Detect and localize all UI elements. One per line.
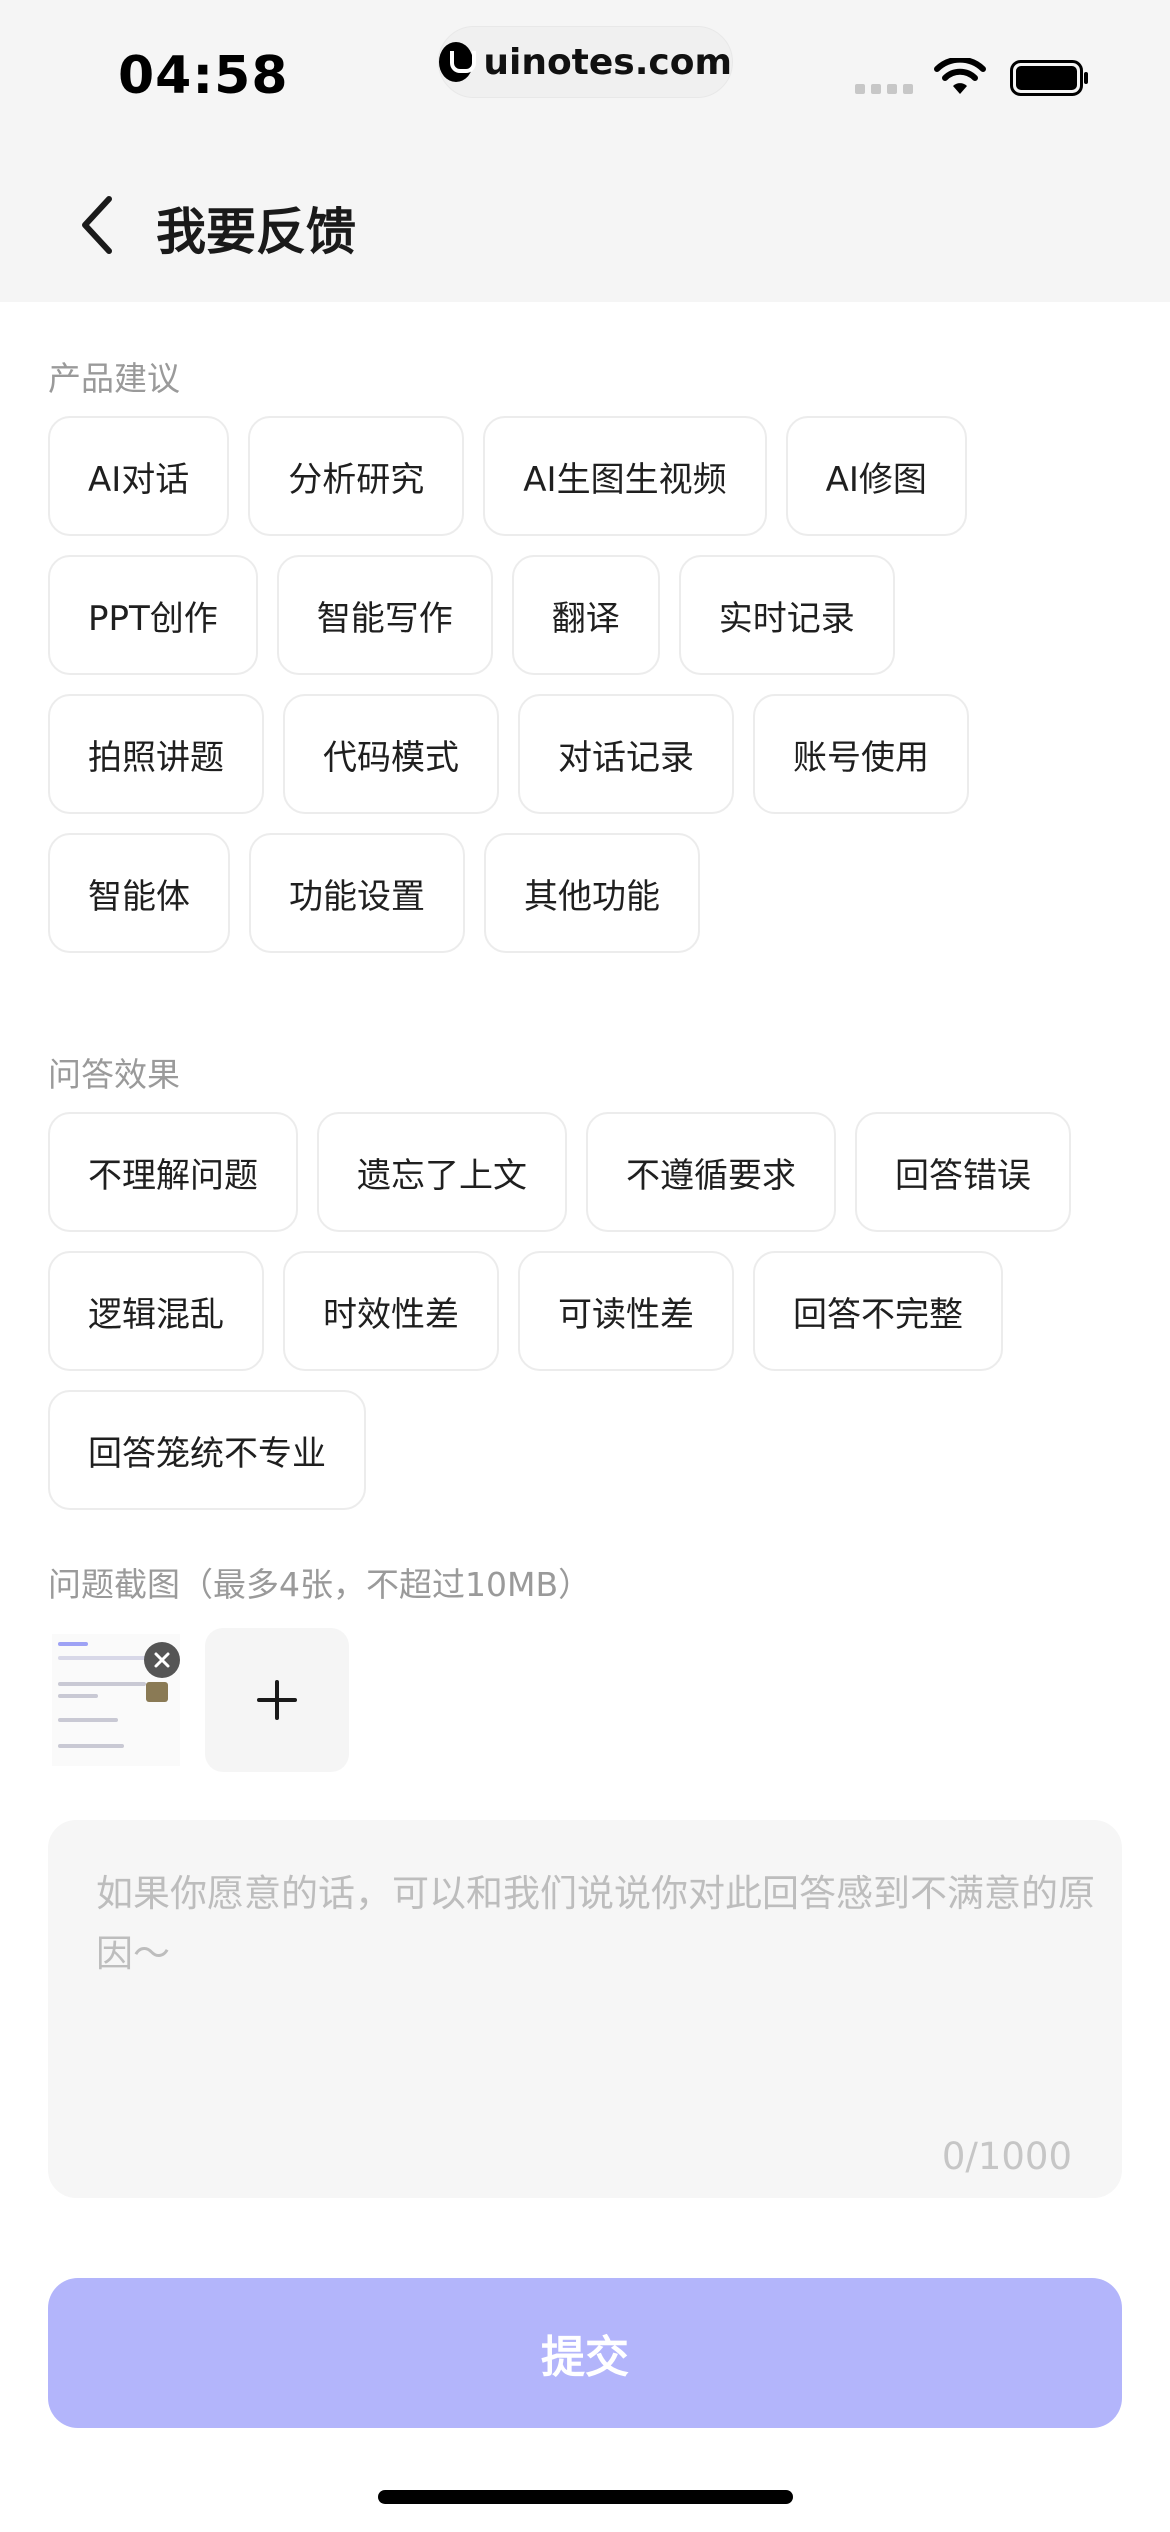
product-suggestion-tag[interactable]: 实时记录 bbox=[678, 555, 895, 675]
product-suggestion-tag[interactable]: 对话记录 bbox=[518, 694, 734, 814]
url-pill[interactable]: uinotes.com bbox=[438, 26, 733, 98]
battery-icon bbox=[1010, 60, 1088, 96]
signal-icon bbox=[855, 84, 913, 94]
answer-quality-tag[interactable]: 时效性差 bbox=[283, 1251, 499, 1371]
section-label-screenshots: 问题截图（最多4张，不超过10MB） bbox=[48, 1565, 592, 1604]
character-counter: 0/1000 bbox=[941, 2135, 1072, 2178]
page-title: 我要反馈 bbox=[156, 203, 356, 261]
plus-icon bbox=[257, 1680, 297, 1720]
product-suggestion-tag[interactable]: AI修图 bbox=[785, 416, 967, 536]
site-logo-icon bbox=[439, 42, 477, 82]
close-icon bbox=[154, 1652, 170, 1668]
screenshot-uploader bbox=[48, 1628, 349, 1773]
answer-quality-tag[interactable]: 逻辑混乱 bbox=[48, 1251, 264, 1371]
product-suggestion-tag[interactable]: 智能写作 bbox=[276, 555, 493, 675]
product-suggestion-tag[interactable]: 分析研究 bbox=[248, 416, 465, 536]
header-background: 04:58 uinotes.com 我要反馈 bbox=[0, 0, 1170, 302]
answer-quality-tag[interactable]: 回答不完整 bbox=[753, 1251, 1003, 1371]
answer-quality-tags: 不理解问题 遗忘了上文 不遵循要求 回答错误逻辑混乱 时效性差 可读性差 回答不完整回答笼统… bbox=[48, 1112, 1128, 1510]
product-suggestion-tag[interactable]: 拍照讲题 bbox=[48, 694, 264, 814]
answer-quality-tag[interactable]: 不遵循要求 bbox=[586, 1112, 836, 1232]
product-suggestion-tag[interactable]: AI生图生视频 bbox=[483, 416, 767, 536]
back-button[interactable] bbox=[62, 180, 132, 270]
product-suggestion-tag[interactable]: 代码模式 bbox=[283, 694, 499, 814]
product-suggestion-tag[interactable]: PPT创作 bbox=[48, 555, 258, 675]
status-time: 04:58 bbox=[118, 46, 289, 106]
feedback-textarea[interactable] bbox=[96, 1864, 1096, 2124]
product-suggestion-tag[interactable]: 智能体 bbox=[48, 833, 230, 953]
section-label-answer-quality: 问答效果 bbox=[48, 1055, 180, 1094]
product-suggestion-tag[interactable]: AI对话 bbox=[48, 416, 230, 536]
url-text: uinotes.com bbox=[483, 41, 732, 83]
remove-screenshot-button[interactable] bbox=[144, 1642, 180, 1678]
section-label-product-suggestions: 产品建议 bbox=[48, 359, 180, 398]
screenshot-thumbnail[interactable] bbox=[48, 1628, 183, 1773]
navigation-bar: 我要反馈 bbox=[0, 170, 1170, 280]
feedback-textarea-container: 0/1000 bbox=[48, 1820, 1122, 2198]
answer-quality-tag[interactable]: 回答笼统不专业 bbox=[48, 1390, 366, 1510]
product-suggestion-tag[interactable]: 其他功能 bbox=[484, 833, 700, 953]
status-bar: 04:58 uinotes.com bbox=[0, 0, 1170, 150]
answer-quality-tag[interactable]: 回答错误 bbox=[855, 1112, 1071, 1232]
answer-quality-tag[interactable]: 遗忘了上文 bbox=[317, 1112, 567, 1232]
wifi-icon bbox=[934, 58, 986, 94]
submit-button[interactable]: 提交 bbox=[48, 2278, 1122, 2428]
chevron-left-icon bbox=[82, 196, 112, 254]
answer-quality-tag[interactable]: 不理解问题 bbox=[48, 1112, 298, 1232]
product-suggestion-tag[interactable]: 功能设置 bbox=[249, 833, 465, 953]
product-suggestion-tag[interactable]: 翻译 bbox=[511, 555, 660, 675]
answer-quality-tag[interactable]: 可读性差 bbox=[518, 1251, 734, 1371]
product-suggestion-tags: AI对话 分析研究 AI生图生视频 AI修图 PPT创作 智能写作 翻译 实时记录拍照讲题 代码… bbox=[48, 416, 1128, 953]
product-suggestion-tag[interactable]: 账号使用 bbox=[753, 694, 969, 814]
add-screenshot-button[interactable] bbox=[205, 1628, 349, 1772]
home-indicator bbox=[378, 2490, 793, 2504]
